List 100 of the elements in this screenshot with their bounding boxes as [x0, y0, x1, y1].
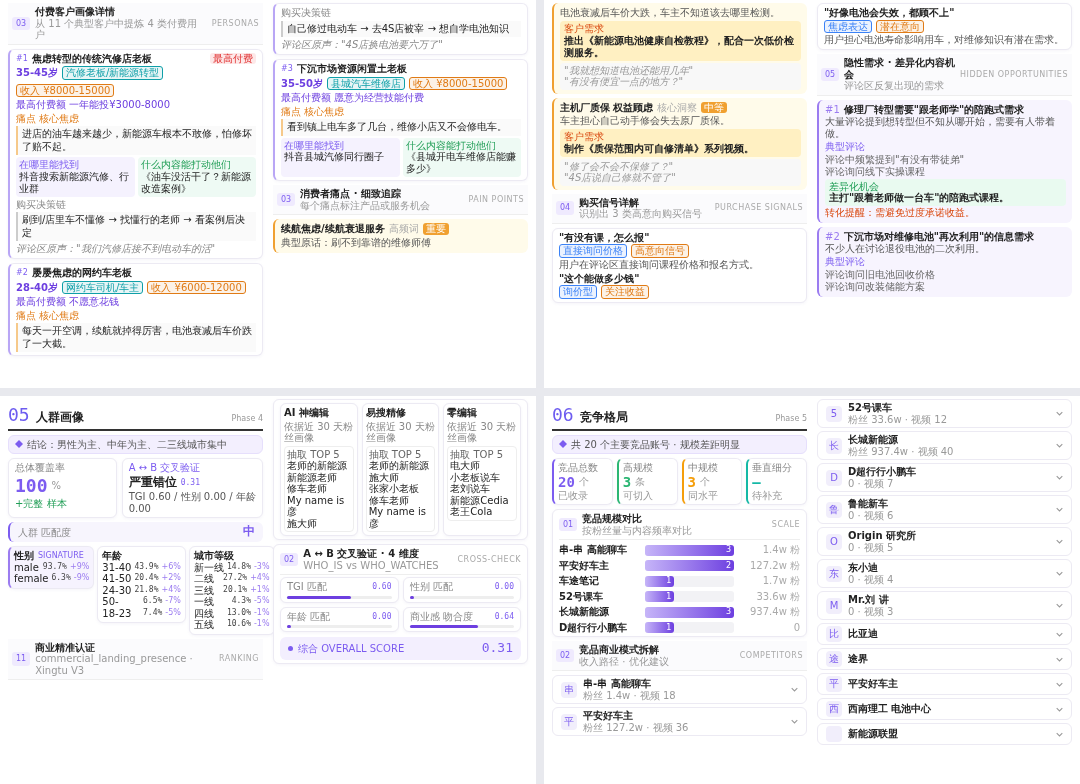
distribution-card[interactable]: 城市等级 新一线 14.8% -3% 二线 27.2% +4% 三线 20.1% +1% 一线 4.3% -5% 四线 13.0% -1% 五线 10.6% -1%	[188, 546, 275, 635]
source-title: 零编辑	[447, 407, 479, 419]
persona-tag: 收入 ¥8000-15000	[409, 76, 508, 90]
follower-count: 0	[792, 621, 800, 634]
list-item: 老师的新能源	[368, 460, 430, 472]
stat-value: 20	[558, 473, 575, 490]
competitor-stats: 0 · 视频 6	[848, 509, 895, 521]
letter-avatar: D	[826, 469, 842, 486]
stat-value: —	[752, 473, 761, 490]
list-label: 抽取 TOP 5	[368, 448, 423, 460]
chevron-icon	[1056, 731, 1063, 737]
box-label: 什么内容能打动他们	[140, 159, 232, 171]
competitor-name: 长城新能源	[848, 434, 899, 446]
table-cell: -1%	[254, 619, 270, 631]
section-subtitle: 每个痛点标注产品或服务机会	[300, 199, 432, 211]
stat-note: 同水平	[687, 489, 719, 502]
list-item: 修车老师	[287, 483, 327, 495]
pain-label: 痛点 核心焦虑	[281, 105, 346, 117]
table-cell: 41-50	[102, 573, 132, 585]
persona-title: 焦虑转型的传统汽修店老板	[31, 52, 153, 64]
chevron-icon	[1056, 681, 1063, 687]
distribution-card[interactable]: 性别 SIGNATURE male 93.7% +9% female 6.3% -9%	[8, 546, 95, 589]
list-item: 评论询问改装储能方案	[825, 281, 926, 293]
section-title: 隐性需求 · 差异化内容机会	[844, 57, 956, 80]
meter-label: 商业感 吻合度	[409, 610, 473, 622]
competitor-item[interactable]: 新能源联盟	[817, 723, 1072, 745]
stat-unit: 个	[699, 476, 710, 488]
table-cell-text: +9%	[69, 561, 90, 573]
box-label: 什么内容能打动他们	[405, 139, 497, 151]
distribution-card[interactable]: 年龄 31-40 43.9% +6% 41-50 20.4% +2% 24-30 21.8% +4% 50- 6.5% -7% 18-23 7.4% -5%	[97, 546, 186, 624]
chevron-icon	[1056, 507, 1063, 512]
table-cell: -7%	[165, 596, 181, 608]
list-label: 典型评论	[825, 141, 866, 153]
competitor-name: 52号课车	[559, 590, 604, 603]
pain-point-title: 主机厂质保 权益顾虑	[560, 101, 654, 113]
list-label: 抽取 TOP 5	[287, 448, 341, 460]
signal-tag: 焦虑表达	[824, 19, 872, 33]
competitor-stats: 粉丝 33.6w · 视频 12	[848, 413, 949, 425]
box-text: 《油车没活干了？新能源改造案例》	[140, 170, 252, 195]
persona-tag: 汽修老板/新能源转型	[62, 66, 164, 80]
list-item: 老刘说车	[450, 483, 492, 495]
table-cell-text: 五线	[193, 619, 215, 631]
competitor-item[interactable]: 5 52号课车 粉丝 33.6w · 视频 12	[817, 399, 1072, 428]
diamond-icon	[15, 440, 23, 449]
section-number: 02	[280, 552, 299, 567]
competitor-item[interactable]: 西 西南理工 电池中心	[817, 698, 1072, 720]
table-cell-text: 14.8%	[226, 561, 251, 573]
competitor-item[interactable]: 途 途界	[817, 648, 1072, 670]
stat-note: 可切入	[622, 489, 654, 502]
verdict-score: 0.31	[180, 478, 200, 488]
box-label: 在哪里能找到	[19, 159, 80, 171]
section-number: 11	[12, 652, 31, 666]
competitor-name: 串-串 高能聊车	[559, 544, 628, 556]
competitor-name: 长城新能源	[559, 606, 610, 618]
box-text: 抖音县城汽修同行圈子	[284, 151, 385, 163]
follower-count: 1.7w 粉	[761, 575, 800, 587]
competitor-name: 鲁能新车	[848, 498, 889, 510]
decision-chain: 自己修过电动车 → 去4S店被宰 → 想自学电池知识	[281, 20, 521, 37]
section-title: 消费者痛点 · 细致追踪	[300, 188, 402, 200]
table-cell: 6.3%	[51, 573, 71, 585]
competitor-stats: 粉丝 937.4w · 视频 40	[848, 445, 955, 457]
user-quote: "4S店说自己修就不管了"	[564, 172, 677, 184]
stat-label: 垂直细分	[752, 462, 794, 474]
section-tag: PURCHASE SIGNALS	[714, 203, 803, 213]
meter-value: 0.64	[494, 611, 514, 621]
meter-value: 0.00	[372, 611, 392, 621]
section-title: 竞品规模对比	[582, 513, 644, 525]
table-cell-text: 四线	[193, 607, 215, 620]
stat-note: +完整 样本	[15, 498, 68, 510]
persona-tag: 县城汽车维修店	[327, 76, 405, 90]
competitor-item[interactable]: D D超行行小鹏车 0 · 视频 7	[817, 463, 1072, 492]
section-tag: SCALE	[771, 520, 800, 530]
insight-number: #1	[825, 103, 840, 115]
competitor-item[interactable]: 比 比亚迪	[817, 623, 1072, 645]
competitor-item[interactable]: 平 平安好车主	[817, 673, 1072, 695]
priority-badge: 最高付费	[210, 52, 256, 64]
opportunity-text: 主打"跟着老师做一台车"的陪跑式课程。	[829, 192, 1011, 204]
signal-text: 用户在评论区直接询问课程价格和报名方式。	[559, 258, 760, 271]
table-cell-text: 一线	[193, 596, 215, 608]
pain-label: 痛点 核心焦虑	[16, 309, 81, 321]
overall-label: 综合 OVERALL SCORE	[298, 642, 406, 655]
pain-point-tag: 核心洞察	[657, 101, 698, 113]
stat-unit: 条	[635, 476, 646, 488]
phase-number: 06	[552, 405, 574, 426]
user-quote: "修了会不会不保修了？"	[564, 160, 675, 172]
competitor-name: 串-串 高能聊车	[583, 678, 652, 690]
follower-count: 33.6w 粉	[755, 590, 800, 603]
competitor-item[interactable]: O Origin 研究所 0 · 视频 5	[817, 527, 1072, 556]
persona-title: 下沉市场资源闲置土老板	[296, 63, 408, 75]
list-item: My name is 彦	[287, 494, 346, 518]
severity-badge: 重要	[422, 223, 449, 235]
competitor-stats: 0 · 视频 4	[848, 573, 895, 585]
persona-tag: 网约车司机/车主	[62, 280, 144, 294]
table-cell-text: +4%	[161, 584, 181, 596]
warning-text: 转化提醒：需避免过度承诺收益。	[825, 207, 976, 219]
section-tag: PAIN POINTS	[468, 194, 524, 205]
section-subtitle: 从 11 个典型客户中提炼 4 类付费用户	[35, 17, 198, 41]
section-title: 付费客户画像详情	[35, 6, 117, 18]
section-title: A ↔ B 交叉验证 · 4 维度	[303, 548, 420, 560]
signal-quote: "这个能做多少钱"	[559, 272, 641, 284]
